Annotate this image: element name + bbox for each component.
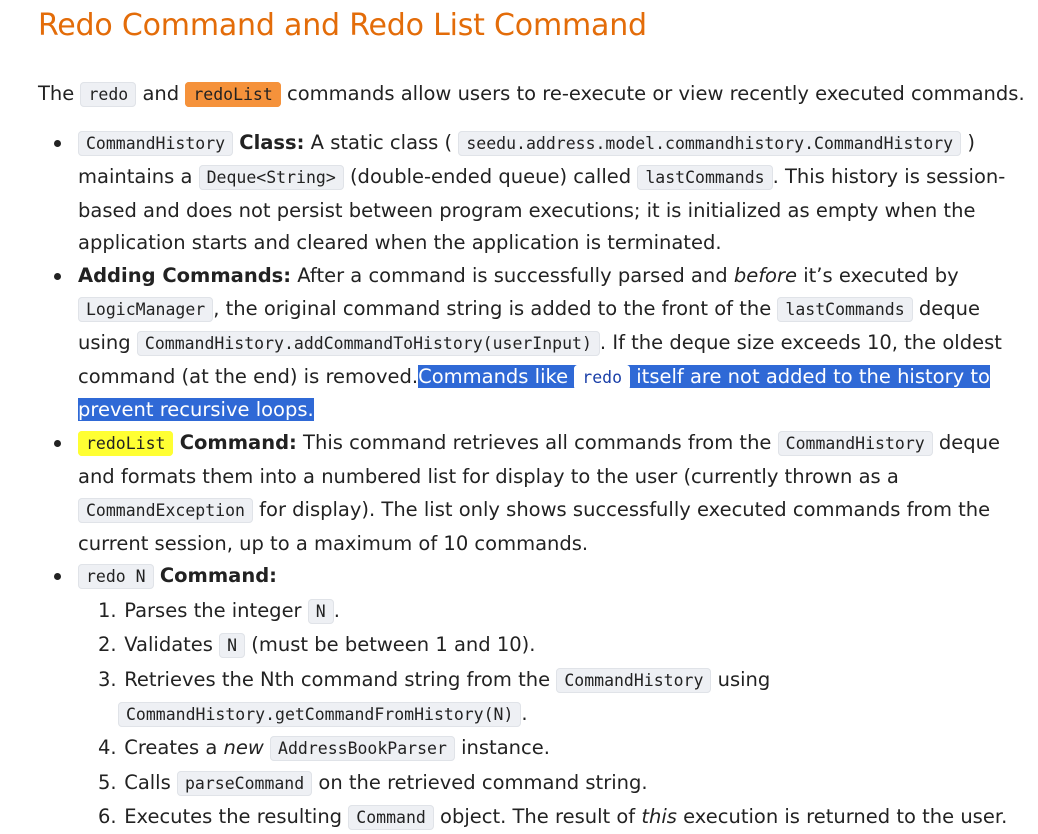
intro-paragraph: The redo and redoList commands allow use… [38,80,1038,109]
step-item: 1. Parses the integer N. [98,594,1032,628]
step-number: 6. [98,804,117,828]
emphasis-text: before [733,264,797,288]
code-parsecommand: parseCommand [176,770,313,796]
step-text: Calls [124,770,171,794]
code-package-path: seedu.address.model.commandhistory.Comma… [458,131,962,156]
step-item: 5. Calls parseCommand on the retrieved c… [98,766,1032,800]
step-number: 5. [98,770,117,794]
document: Redo Command and Redo List Command The r… [0,0,1038,834]
code-commandhistory: CommandHistory [777,431,933,457]
step-text: Executes the resulting [124,804,343,828]
intro-text: The [38,82,75,105]
step-item: 4. Creates a new AddressBookParser insta… [98,731,1032,765]
code-n: N [219,633,246,659]
code-redolist-highlighted: redoList [185,82,281,107]
code-commandhistory: CommandHistory [556,667,712,693]
step-text: on the retrieved command string. [318,770,648,794]
emphasis-text: new [223,736,264,760]
emphasis-text: this [641,804,677,828]
body-text: , the original command string is added t… [213,296,772,320]
bullet-label: Adding Commands: [78,264,292,288]
step-text: object. The result of [440,804,636,828]
step-text: Retrieves the Nth command string from th… [124,667,551,691]
step-text: . [521,702,528,726]
code-lastcommands: lastCommands [637,164,773,190]
code-redolist-highlighted: redoList [78,431,174,457]
code-logicmanager: LogicManager [78,296,214,322]
step-text: . [333,599,340,623]
step-text: using [717,667,771,691]
intro-text: commands allow users to re-execute or vi… [287,82,1025,105]
step-number: 4. [98,736,117,760]
bullet-list: CommandHistory Class: A static class ( s… [38,127,1038,834]
step-number: 3. [98,667,117,691]
step-number: 1. [98,599,117,623]
code-command: Command [348,804,434,830]
step-text: execution is returned to the user. [683,804,1008,828]
selected-text[interactable]: Commands like [418,365,568,388]
code-lastcommands: lastCommands [777,296,913,322]
bullet-label: Class: [239,131,305,154]
bullet-label: Command: [179,431,297,455]
bullet-label: Command: [159,564,277,588]
code-redo-selected[interactable]: redo [574,364,631,390]
step-text: Validates [124,633,213,657]
steps-list: 1. Parses the integer N. 2. Validates N … [78,594,1032,834]
bullet-adding-commands: Adding Commands: After a command is succ… [54,260,1038,427]
step-item: 6. Executes the resulting Command object… [98,800,1032,834]
code-commandhistory: CommandHistory [78,131,234,156]
step-text: Parses the integer [124,599,302,623]
code-deque-type: Deque<String> [198,164,344,190]
intro-text: and [142,82,180,105]
page-title: Redo Command and Redo List Command [38,8,647,43]
code-n: N [307,599,334,625]
step-item: 3. Retrieves the Nth command string from… [98,663,1032,732]
code-commandexception: CommandException [78,497,253,523]
bullet-redo-n-command: redo N Command: 1. Parses the integer N.… [54,560,1038,834]
code-addressbookparser: AddressBookParser [270,736,455,762]
body-text: it’s executed by [803,264,959,288]
body-text: After a command is successfully parsed a… [297,264,728,288]
bullet-command-history: CommandHistory Class: A static class ( s… [54,127,1038,260]
body-text: (double-ended queue) called [349,164,632,188]
body-text: A static class ( [310,131,453,154]
step-text: (must be between 1 and 10). [251,633,536,657]
code-redo-n: redo N [78,564,154,590]
code-redo: redo [80,82,137,107]
step-text: Creates a [124,736,218,760]
code-get-from-history: CommandHistory.getCommandFromHistory(N) [118,702,522,728]
step-number: 2. [98,633,117,657]
step-item: 2. Validates N (must be between 1 and 10… [98,628,1032,662]
step-text: instance. [461,736,550,760]
bullet-redolist-command: redoList Command: This command retrieves… [54,427,1038,560]
code-add-to-history: CommandHistory.addCommandToHistory(userI… [136,330,600,356]
body-text: This command retrieves all commands from… [303,431,772,455]
